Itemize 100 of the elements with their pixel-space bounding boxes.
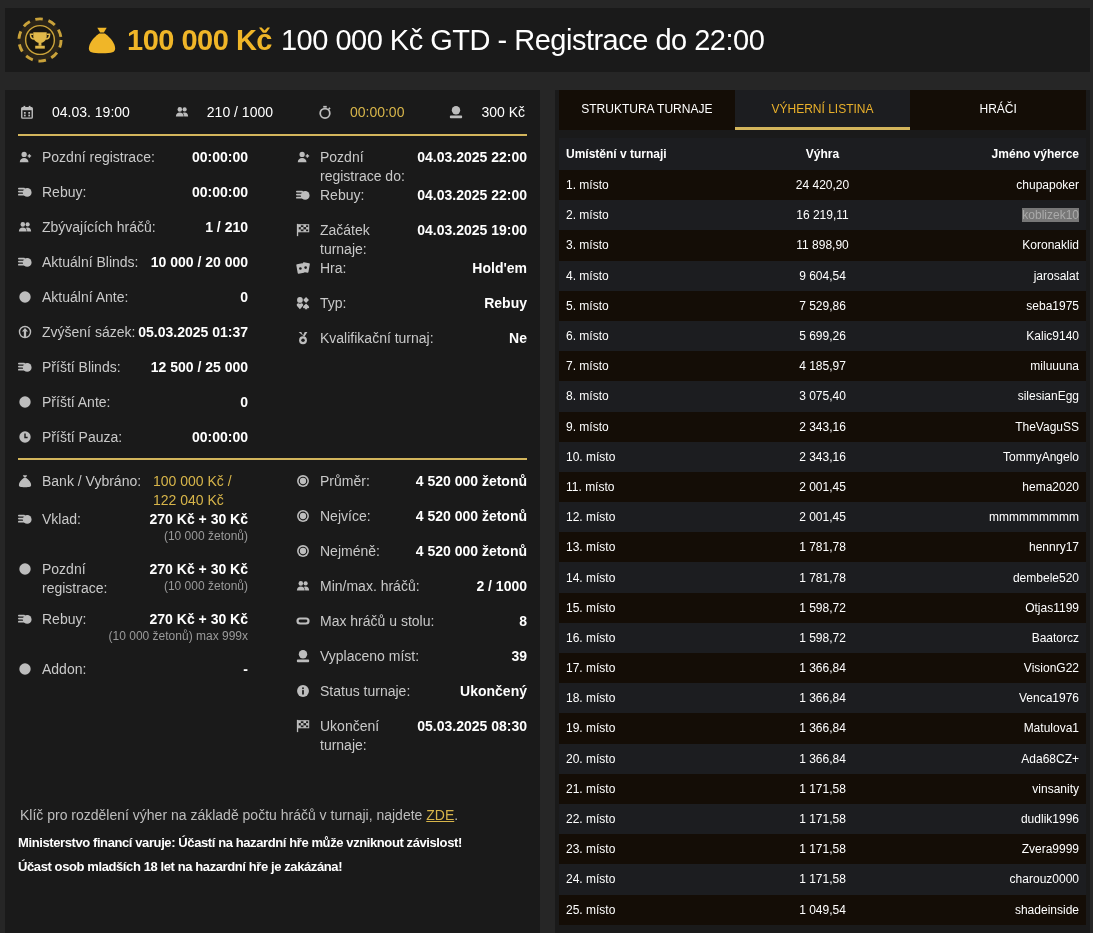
winner-name: chupapoker xyxy=(1016,178,1079,193)
winner-name: hema2020 xyxy=(1022,479,1079,494)
tab[interactable]: HRÁČI xyxy=(910,90,1086,130)
summary-value: 04.03. 19:00 xyxy=(52,104,130,120)
field-label: Bank / Vybráno: xyxy=(42,472,142,491)
field-value: 05.03.2025 01:37 xyxy=(138,323,248,342)
prize-cell-text: 9 604,54 xyxy=(798,268,847,283)
field-label: Nejméně: xyxy=(320,542,380,561)
place-cell-text: 7. místo xyxy=(566,359,610,374)
column-header: Jméno výherce xyxy=(990,147,1079,161)
users-icon xyxy=(174,105,189,119)
winner-name: mmmmmmmmm xyxy=(989,510,1079,525)
winner-name: Zvera9999 xyxy=(1021,842,1079,857)
field-label: Vklad: xyxy=(42,510,81,529)
field-label: Příští Blinds: xyxy=(42,358,121,377)
field-label: Max hráčů u stolu: xyxy=(320,612,435,631)
field-value: 270 Kč + 30 Kč xyxy=(148,610,248,629)
place-cell-text: 23. místo xyxy=(566,842,617,857)
playing-cards-icon xyxy=(296,261,310,275)
field-label: Kvalifikační turnaj: xyxy=(320,329,434,348)
winner-name: vinsanity xyxy=(1032,781,1079,796)
field-label: Pozdní registrace: xyxy=(42,560,109,598)
place-cell-text: 4. místo xyxy=(566,268,610,283)
place-cell-text: 21. místo xyxy=(566,781,617,796)
field-value: - xyxy=(243,660,248,679)
field-note: (10 000 žetonů) xyxy=(162,579,248,594)
prize-cell-text: 16 219,11 xyxy=(795,208,850,223)
place-cell-text: 14. místo xyxy=(566,570,617,585)
winner-name: Venca1976 xyxy=(1018,691,1079,706)
place-cell-text: 19. místo xyxy=(566,721,617,736)
winner-name: charouz0000 xyxy=(1009,872,1079,887)
field-label: Příští Pauza: xyxy=(42,428,123,447)
field-value: 4 520 000 žetonů xyxy=(415,542,527,561)
tab[interactable]: STRUKTURA TURNAJE xyxy=(559,90,735,130)
place-cell-text: 16. místo xyxy=(566,630,617,645)
prize-cell-text: 4 185,97 xyxy=(798,359,847,374)
prize-cell-text: 7 529,86 xyxy=(798,298,847,313)
coins-icon xyxy=(18,612,32,626)
tab[interactable]: VÝHERNÍ LISTINA xyxy=(734,90,911,130)
clock-icon xyxy=(18,430,32,444)
field-label: Addon: xyxy=(42,660,87,679)
field-value: 0 xyxy=(240,393,248,412)
winner-name: jarosalat xyxy=(1033,268,1079,283)
field-label: Rebuy: xyxy=(320,186,365,205)
prize-cell-text: 1 366,84 xyxy=(798,751,847,766)
poker-chip-icon xyxy=(296,544,310,558)
prize-amount: 100 000 Kč xyxy=(127,23,272,57)
winner-name: Kalic9140 xyxy=(1026,329,1079,344)
field-label: Hra: xyxy=(320,259,347,278)
medal-icon xyxy=(296,331,310,345)
field-value: 04.03.2025 22:00 xyxy=(417,148,527,167)
field-label: Rebuy: xyxy=(42,610,87,629)
place-cell-text: 25. místo xyxy=(566,902,617,917)
field-label: Status turnaje: xyxy=(320,682,411,701)
field-value: 8 xyxy=(519,612,527,631)
winner-name: Baatorcz xyxy=(1031,630,1079,645)
winner-name: dudlik1996 xyxy=(1020,812,1079,827)
summary-value: 210 / 1000 xyxy=(206,104,273,120)
coins-icon xyxy=(18,512,32,526)
winner-name: seba1975 xyxy=(1026,298,1079,313)
prize-cell-text: 2 343,16 xyxy=(798,449,847,464)
calendar-icon xyxy=(20,105,34,119)
winner-name: dembele520 xyxy=(1012,570,1079,585)
winner-name: Matulova1 xyxy=(1023,721,1079,736)
field-value: 00:00:00 xyxy=(191,428,248,447)
field-value: Rebuy xyxy=(484,294,527,313)
field-label: Průměr: xyxy=(320,472,370,491)
place-cell-text: 8. místo xyxy=(566,389,610,404)
field-value: Ukončený xyxy=(460,682,527,701)
users-icon xyxy=(18,220,32,234)
info-icon xyxy=(296,684,310,698)
place-cell-text: 20. místo xyxy=(566,751,617,766)
place-cell-text: 10. místo xyxy=(566,449,617,464)
prize-cell-text: 2 343,16 xyxy=(798,419,847,434)
money-bag-icon xyxy=(18,474,32,488)
prize-cell-text: 1 171,58 xyxy=(798,781,847,796)
warning-text: Ministerstvo financí varuje: Účastí na hazardní hře může vzniknout závislost! xyxy=(18,834,463,852)
place-cell-text: 5. místo xyxy=(566,298,610,313)
field-note: (10 000 žetonů) max 999x xyxy=(108,629,248,644)
tournament-title: 100 000 Kč GTD - Registrace do 22:00 xyxy=(280,23,765,57)
place-cell-text: 13. místo xyxy=(566,540,617,555)
warning-text: Účast osob mladších 18 let na hazardní hře je zakázána! xyxy=(18,858,344,876)
place-cell-text: 1. místo xyxy=(566,178,610,193)
coins-icon xyxy=(296,188,310,202)
stopwatch-icon xyxy=(317,105,332,119)
place-cell-text: 9. místo xyxy=(566,419,610,434)
winner-name: TommyAngelo xyxy=(1002,449,1079,464)
coins-icon xyxy=(18,255,32,269)
winner-name: miluuuna xyxy=(1030,359,1079,374)
field-label: Min/max. hráčů: xyxy=(320,577,420,596)
field-value: 100 000 Kč / 122 040 Kč xyxy=(153,472,233,510)
winner-name: Ada68CZ+ xyxy=(1021,751,1079,766)
arrow-up-circle-icon xyxy=(18,325,32,339)
checkered-flag-icon xyxy=(296,223,310,237)
checkered-flag-icon xyxy=(296,719,310,733)
user-icon xyxy=(18,150,32,164)
winner-name: TheVaguSS xyxy=(1015,419,1079,434)
field-label: Typ: xyxy=(320,294,347,313)
field-value: 2 / 1000 xyxy=(476,577,527,596)
field-value: 270 Kč + 30 Kč xyxy=(149,560,248,579)
